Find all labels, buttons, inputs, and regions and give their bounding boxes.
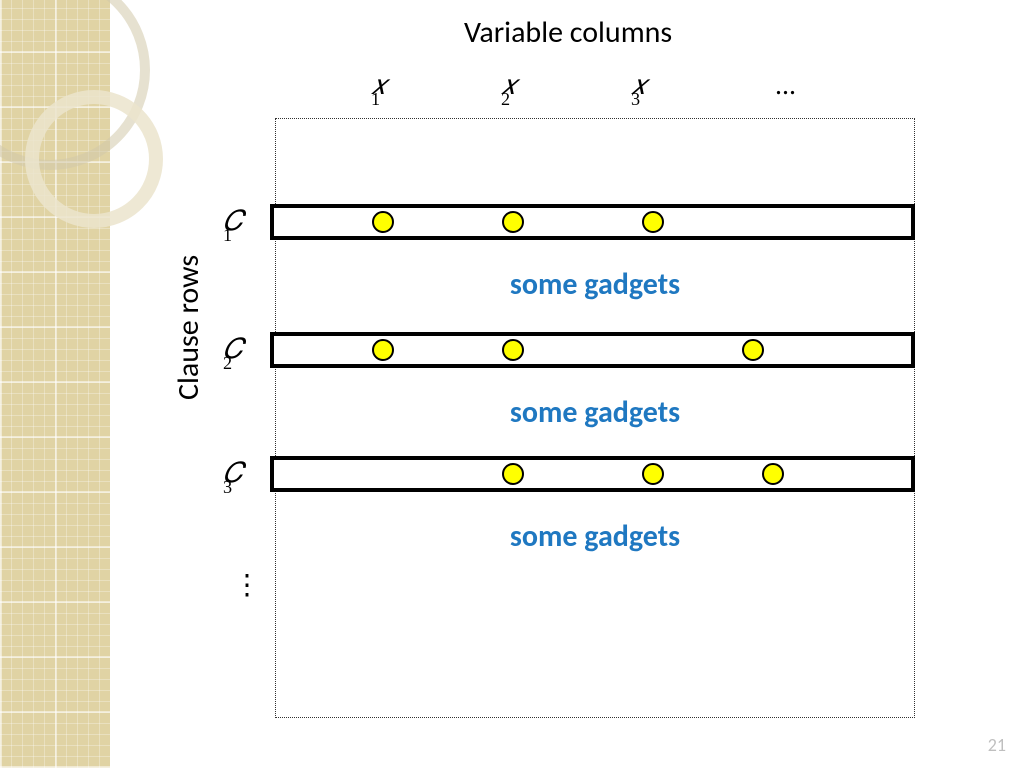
- dot-c3-x2: [502, 463, 524, 485]
- label-x1: 𝑥1: [371, 70, 380, 106]
- rows-axis-title: Clause rows: [170, 255, 207, 400]
- dot-c2-x4: [742, 339, 764, 361]
- label-x3: 𝑥3: [631, 70, 640, 106]
- label-x2: 𝑥2: [501, 70, 510, 106]
- decorative-circle-small: [25, 90, 163, 228]
- diagram-stage: 𝑥1 𝑥2 𝑥3 ... 𝐶1 𝐶2 𝐶3 ⋮ some gadgets som…: [275, 118, 915, 718]
- dot-c2-x2: [502, 339, 524, 361]
- clause-row-c2: [270, 332, 915, 368]
- label-c-ellipsis: ⋮: [233, 568, 261, 602]
- label-x-ellipsis: ...: [775, 70, 796, 102]
- dot-c2-x1: [372, 339, 394, 361]
- clause-row-c3: [270, 456, 915, 492]
- dot-c3-x3: [642, 463, 664, 485]
- label-c3: 𝐶3: [223, 458, 232, 494]
- dot-c1-x2: [502, 211, 524, 233]
- decorative-sidebar: [0, 0, 110, 768]
- dot-c3-x4: [762, 463, 784, 485]
- label-c1: 𝐶1: [223, 206, 232, 242]
- columns-axis-title: Variable columns: [464, 14, 672, 51]
- clause-row-c1: [270, 204, 915, 240]
- dot-c1-x3: [642, 211, 664, 233]
- gadget-label-1: some gadgets: [275, 266, 915, 303]
- dot-c1-x1: [372, 211, 394, 233]
- label-c2: 𝐶2: [223, 334, 232, 370]
- gadget-label-2: some gadgets: [275, 394, 915, 431]
- gadget-label-3: some gadgets: [275, 518, 915, 555]
- page-number: 21: [988, 734, 1006, 756]
- variable-labels: 𝑥1 𝑥2 𝑥3 ...: [275, 70, 915, 110]
